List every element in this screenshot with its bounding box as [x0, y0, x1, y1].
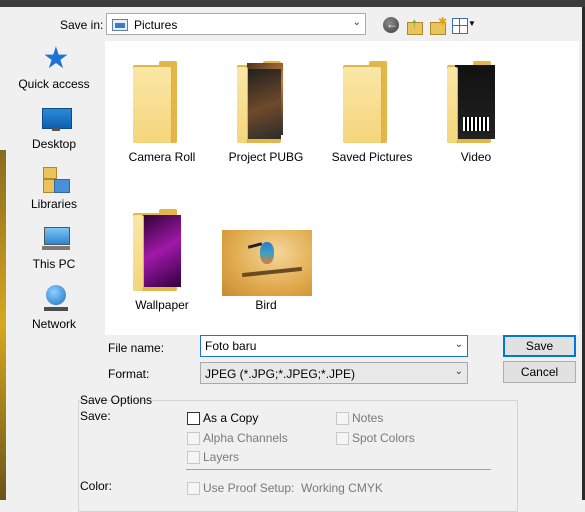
file-name-input[interactable]	[201, 336, 445, 356]
item-name: Video	[460, 150, 492, 164]
checkbox-box	[336, 412, 349, 425]
item-name: Saved Pictures	[331, 150, 413, 164]
options-divider	[186, 469, 491, 470]
file-name-combo[interactable]: ⌄	[200, 335, 468, 357]
place-label: Libraries	[30, 197, 78, 211]
place-network[interactable]: Network	[6, 281, 102, 337]
file-list[interactable]: Camera Roll Project PUBG Saved Pictures …	[105, 41, 579, 335]
checkbox-box	[187, 482, 200, 495]
folder-item[interactable]: Camera Roll	[108, 41, 216, 164]
item-name: Camera Roll	[128, 150, 196, 164]
checkbox-label: As a Copy	[203, 411, 259, 425]
chevron-down-icon: ⌄	[454, 366, 463, 377]
save-options-title: Save Options	[80, 393, 153, 407]
new-folder-button[interactable]: ✱	[428, 15, 448, 35]
up-arrow-icon: ↑	[411, 15, 418, 30]
place-label: Network	[31, 317, 76, 331]
sparkle-icon: ✱	[438, 16, 448, 28]
save-in-label: Save in:	[60, 18, 104, 32]
window-top-border	[0, 0, 585, 7]
place-label: Quick access	[18, 77, 90, 91]
folder-item[interactable]: Project PUBG	[212, 41, 320, 164]
folder-icon	[133, 209, 187, 291]
checkbox-label: Alpha Channels	[203, 431, 288, 445]
format-value: JPEG (*.JPG;*.JPEG;*.JPE)	[205, 367, 356, 381]
folder-icon	[133, 61, 187, 143]
libraries-icon	[42, 165, 70, 193]
place-label: Desktop	[31, 137, 77, 151]
chevron-down-icon[interactable]: ⌄	[455, 339, 463, 350]
folder-icon	[447, 61, 501, 143]
up-one-level-button[interactable]: ↑	[405, 15, 425, 35]
grid-view-icon	[452, 18, 468, 34]
item-name: Wallpaper	[135, 298, 189, 312]
item-name: Bird	[255, 298, 277, 312]
checkbox-box	[336, 432, 349, 445]
network-globe-icon	[42, 285, 70, 313]
view-menu-button[interactable]: ▼	[451, 15, 477, 35]
checkbox-label: Use Proof Setup: Working CMYK	[203, 481, 383, 495]
format-label: Format:	[108, 367, 150, 381]
color-label: Color:	[80, 479, 113, 493]
checkbox-box	[187, 412, 200, 425]
cancel-button[interactable]: Cancel	[503, 361, 576, 383]
desktop-icon	[42, 105, 72, 133]
checkbox-box	[187, 432, 200, 445]
save-options-group	[78, 400, 518, 512]
chevron-down-icon: ⌄	[352, 17, 361, 28]
item-name: Project PUBG	[228, 150, 304, 164]
back-button[interactable]	[382, 15, 402, 35]
folder-item[interactable]: Video	[422, 41, 530, 164]
folder-item[interactable]: Wallpaper	[108, 189, 216, 312]
place-label: This PC	[32, 257, 76, 271]
place-this-pc[interactable]: This PC	[6, 221, 102, 277]
places-bar: ★ Quick access Desktop Libraries This PC…	[6, 41, 102, 347]
checkbox-label: Spot Colors	[352, 431, 415, 445]
place-libraries[interactable]: Libraries	[6, 161, 102, 217]
save-in-dropdown[interactable]: Pictures ⌄	[106, 13, 366, 35]
save-label: Save:	[80, 409, 111, 423]
folder-icon	[237, 61, 291, 143]
place-desktop[interactable]: Desktop	[6, 101, 102, 157]
dropdown-arrow-icon: ▼	[468, 19, 476, 28]
pictures-library-icon	[112, 19, 128, 31]
format-dropdown[interactable]: JPEG (*.JPG;*.JPEG;*.JPE) ⌄	[200, 362, 468, 384]
checkbox-label: Layers	[203, 450, 240, 464]
save-in-value: Pictures	[134, 18, 178, 32]
file-name-label: File name:	[108, 341, 165, 355]
checkbox-label: Notes	[352, 411, 384, 425]
checkbox-box	[187, 451, 200, 464]
place-quick-access[interactable]: ★ Quick access	[6, 41, 102, 97]
star-icon: ★	[42, 42, 70, 75]
bird-thumbnail[interactable]	[222, 230, 312, 296]
folder-item[interactable]: Saved Pictures	[318, 41, 426, 164]
computer-icon	[42, 225, 70, 253]
folder-icon	[343, 61, 397, 143]
save-button[interactable]: Save	[503, 335, 576, 357]
